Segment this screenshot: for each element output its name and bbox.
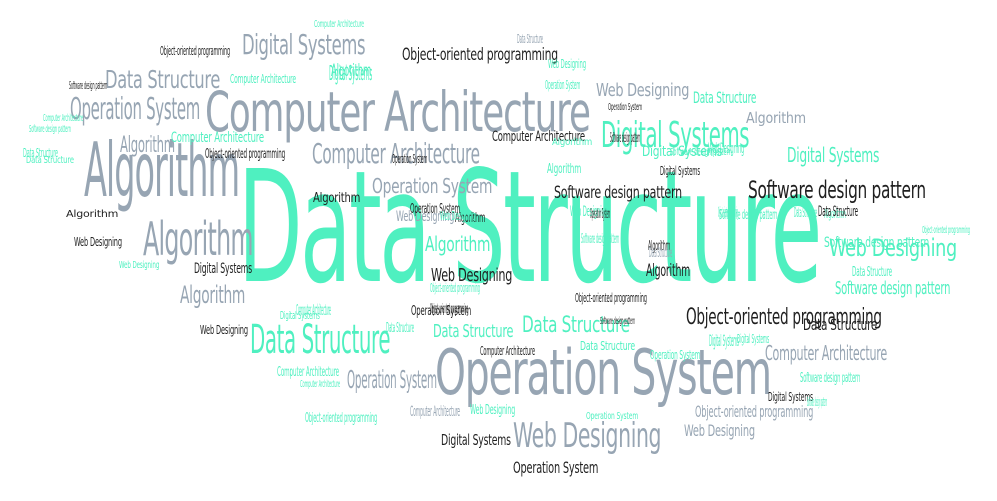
word-operation-system-small: Operation System [513, 458, 599, 477]
word-operation-system-small: Operation System [586, 411, 639, 422]
word-object-oriented-programming-small: Object-oriented programming [695, 402, 814, 421]
word-digital-systems-small: Digital Systems [280, 309, 320, 322]
word-algorithm-small: Algorithm [646, 261, 691, 281]
word-computer-architecture-small: Computer Architecture [300, 379, 341, 390]
word-web-designing-small: Web Designing [596, 80, 690, 101]
word-computer-architecture-small: Computer Architecture [314, 19, 365, 30]
word-operation-system-small: Operation System [372, 174, 493, 198]
word-computer-architecture-small: Computer Architecture [171, 130, 264, 146]
word-algorithm-small: Algorithm [552, 137, 593, 148]
word-software-design-pattern-small: Software design pattern [719, 208, 778, 223]
word-web-designing-small: Web Designing [440, 209, 475, 223]
word-algorithm-small: Algorithm [547, 162, 582, 177]
word-software-design-pattern-small: Software design pattern [610, 131, 641, 146]
word-computer-architecture-small: Computer Architecture [230, 72, 296, 86]
word-web-designing-small: Web Designing [200, 323, 248, 337]
word-computer-architecture-small: Computer Architecture [277, 365, 340, 380]
word-computer-architecture-small: Computer Architecture [480, 344, 536, 358]
word-web-designing-small: Web Designing [548, 57, 586, 71]
word-software-design-pattern-medium: Software design pattern [748, 176, 926, 204]
word-algorithm-small: Algorithm [66, 209, 119, 220]
word-operation-system-small: Operation System [347, 365, 437, 394]
word-data-structure-small: Data Structure [517, 32, 543, 46]
word-object-oriented-programming-small: Object-oriented programming [575, 291, 647, 305]
word-operation-system-small: Operation System [650, 348, 701, 362]
word-web-designing-large: Web Designing [513, 416, 662, 456]
word-web-designing-small: Web Designing [470, 403, 516, 418]
word-algorithm-small: Algorithm [746, 109, 806, 127]
word-data-structure-small: Data Structure [26, 155, 74, 166]
word-digital-systems-small: Digital Systems [709, 331, 740, 350]
word-digital-systems-small: Digital Systems [660, 164, 701, 178]
word-data-structure-small: Data Structure [693, 88, 757, 107]
word-object-oriented-programming-small: Object-oriented programming [402, 45, 558, 65]
word-algorithm-small: Algorithm [331, 61, 372, 81]
word-data-structure-small: Data Structure [386, 321, 414, 336]
word-web-designing-small: Web Designing [684, 421, 755, 440]
word-computer-architecture-small: Computer Architecture [43, 113, 84, 124]
word-data-structure-medium: Data Structure [105, 65, 221, 94]
word-operation-system-small: Operation System [392, 152, 428, 166]
word-software-design-pattern-small: Software design pattern [800, 371, 861, 386]
word-software-design-pattern-small: Software design pattern [69, 79, 108, 92]
word-data-structure-small: Data Structure [818, 204, 859, 220]
word-algorithm-medium: Algorithm [143, 212, 254, 266]
word-algorithm-small: Algorithm [120, 133, 175, 158]
word-algorithm-small: Algorithm [180, 281, 246, 309]
word-software-design-pattern-small: Software design pattern [807, 395, 828, 409]
word-web-designing-small: Web Designing [119, 260, 160, 271]
word-data-structure-small: Data Structure [794, 206, 818, 221]
word-object-oriented-programming-small: Object-oriented programming [430, 302, 468, 317]
word-object-oriented-programming-small: Object-oriented programming [305, 411, 378, 426]
word-software-design-pattern-small: Software design pattern [600, 316, 635, 327]
word-software-design-pattern-small: Software design pattern [554, 183, 682, 203]
word-digital-systems-small: Digital Systems [441, 431, 511, 449]
word-software-design-pattern-small: Software design pattern [835, 278, 951, 299]
word-data-structure-small: Data Structure [852, 265, 893, 280]
word-cloud: Data Structure Computer Architecture Ope… [0, 0, 997, 501]
word-digital-systems-small: Digital Systems [787, 143, 880, 167]
word-data-structure-small: Data Structure [803, 315, 878, 334]
word-operation-system-small: Operation System [545, 78, 581, 92]
word-data-structure-small: Data Structure [580, 339, 635, 353]
word-digital-systems-large: Digital Systems [242, 28, 366, 61]
word-data-structure-small: Data Structure [649, 246, 673, 261]
word-software-design-pattern-small: Software design pattern [670, 147, 732, 158]
word-object-oriented-programming-small: Object-oriented programming [922, 225, 970, 236]
word-software-design-pattern-small: Software design pattern [824, 235, 930, 251]
word-computer-architecture-small: Computer Architecture [765, 341, 888, 365]
word-software-design-pattern-small: Software design pattern [581, 232, 620, 247]
word-data-structure-large: Data Structure [250, 317, 391, 363]
word-object-oriented-programming-small: Object-oriented programming [160, 44, 230, 58]
word-operation-system-small: Operation System [608, 102, 643, 113]
word-object-oriented-programming-small: Object-oriented programming [430, 281, 480, 295]
word-digital-systems-small: Digital Systems [737, 332, 770, 346]
word-data-structure-main: Data Structure [238, 137, 822, 318]
word-algorithm-small: Algorithm [313, 191, 361, 206]
word-data-structure-small: Data Structure [433, 321, 514, 342]
word-object-oriented-programming-small: Object-oriented programming [205, 147, 286, 162]
word-web-designing-small: Web Designing [74, 235, 122, 249]
word-software-design-pattern-small: Software design pattern [29, 124, 71, 135]
word-algorithm-small: Algorithm [425, 232, 491, 256]
word-operation-system-small: Operation System [590, 207, 611, 222]
word-computer-architecture-small: Computer Architecture [410, 404, 461, 420]
word-digital-systems-small: Digital Systems [194, 261, 253, 277]
word-operation-system-medium: Operation System [70, 92, 201, 127]
